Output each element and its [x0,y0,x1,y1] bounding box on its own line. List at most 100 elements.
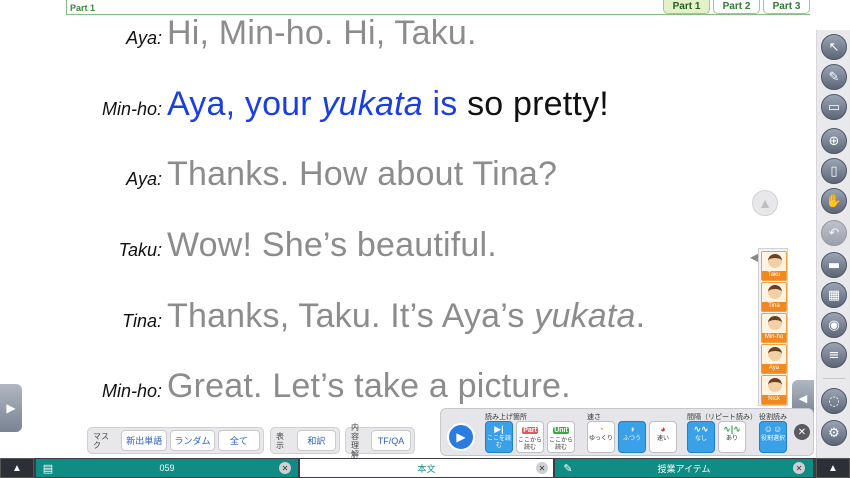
character-nick[interactable]: Nick [761,375,787,405]
right-toolbar: ↖ ✎ ▭ ⊕ ▯ ✋ ↶ ▬ ▦ ◉ ≡ ◌ ⚙ [816,30,850,460]
mask-new-words-button[interactable]: 新出単語 [121,430,168,451]
list-icon[interactable]: ≡ [821,342,847,368]
play-button[interactable]: ▶ [447,423,475,451]
read-here-button[interactable]: ▶| ここを読む [485,421,513,453]
reading-panel: ▶ 読み上げ箇所 ▶| ここを読む Part ここから読む Unit ここから読… [440,408,814,456]
class-items-label: 授業アイテム [657,463,711,474]
close-tab-page[interactable]: ✕ [279,462,291,474]
utterance-spoken: Aya, your [167,85,322,123]
speaker-name: Aya: [126,28,162,48]
interval-on-button[interactable]: ∿|∿ あり [718,421,746,453]
character-name: Aya [762,364,786,373]
tab-part-2[interactable]: Part 2 [713,0,760,14]
arrow-up-icon: ▲ [12,462,22,474]
speaker-name: Aya: [126,169,162,189]
photo-icon[interactable]: ▦ [821,282,847,308]
dialogue-line[interactable]: Tina: Thanks, Taku. It’s Aya’s yukata. [0,297,645,336]
pen-icon[interactable]: ✎ [821,64,847,90]
speedometer-icon: ◔ [598,424,604,434]
arrow-up-icon: ▲ [828,462,838,474]
tab-class-items[interactable]: 授業アイテム [555,459,813,477]
display-label: 表示 [276,431,284,450]
speaker-name: Min-ho: [101,381,162,401]
speed-fast-button[interactable]: ◕ 速い [649,421,677,453]
utterance-part: . [635,297,646,335]
tab-main-text[interactable]: 本文 [300,459,553,477]
speed-normal-button[interactable]: ◑ ふつう [618,421,646,453]
read-from-unit-button[interactable]: Unit ここから読む [547,421,575,453]
utterance-part: Thanks, Taku. It’s Aya’s [167,297,535,335]
character-tina[interactable]: Tina [761,282,787,312]
avatar [768,347,782,361]
read-here-icon: ▶| [494,424,504,434]
dialogue-line[interactable]: Aya: Hi, Min-ho. Hi, Taku. [0,14,477,53]
part-tag: Part 1 [70,3,96,13]
translation-button[interactable]: 和訳 [296,430,336,451]
mask-label: マスク [93,431,109,450]
tf-qa-button[interactable]: TF/QA [371,430,411,451]
utterance: Thanks. How about Tina? [167,155,558,193]
gear-icon[interactable]: ⚙ [821,420,847,446]
character-name: Tina [762,302,786,311]
camera-icon[interactable]: ◉ [821,312,847,338]
play-icon: ▶ [456,430,466,444]
speedometer-icon: ◑ [629,424,635,434]
character-taku[interactable]: Taku [761,251,787,281]
character-aya[interactable]: Aya [761,344,787,374]
close-tab-main[interactable]: ✕ [536,462,548,474]
waveform-icon: ∿∿ [693,424,709,434]
tab-part-3[interactable]: Part 3 [763,0,810,14]
dialogue-line[interactable]: Taku: Wow! She’s beautiful. [0,226,497,265]
hand-icon[interactable]: ✋ [821,188,847,214]
character-min-ho[interactable]: Min-ho [761,313,787,343]
header-divider-left [66,0,67,14]
avatar [768,316,782,330]
menu-up-button[interactable]: ▲ [0,458,34,478]
read-from-part-button[interactable]: Part ここから読む [516,421,544,453]
pointer-icon[interactable]: ↖ [821,34,847,60]
close-icon: ✕ [797,426,807,438]
utterance: Hi, Min-ho. Hi, Taku. [167,14,477,52]
tab-part-1[interactable]: Part 1 [663,0,710,14]
utterance-italic: yukata [534,297,636,335]
toolbar-divider [823,378,845,379]
arrow-up-icon: ▲ [758,195,772,211]
speaker-name: Tina: [122,311,162,331]
chevron-left-icon: ◀ [798,392,808,405]
screen-icon[interactable]: ▬ [821,252,847,278]
mask-random-button[interactable]: ランダム [170,430,215,451]
mask-all-button[interactable]: 全て [217,430,261,451]
book-icon[interactable]: ▯ [821,158,847,184]
toolbar-up-button[interactable]: ▲ [816,458,850,478]
undo-icon[interactable]: ↶ [821,220,847,246]
zoom-icon[interactable]: ⊕ [821,128,847,154]
part-tabs: Part 1 Part 2 Part 3 [663,0,810,14]
people-icon: ☺☺ [763,424,783,434]
speedometer-icon: ◕ [660,424,666,434]
utterance-spoken: is [422,85,458,123]
close-tab-items[interactable]: ✕ [793,462,805,474]
avatar [768,285,782,299]
page-number: 059 [159,463,175,473]
display-group: 表示 和訳 [270,427,340,454]
comprehension-group: 内容 理解 TF/QA [345,423,415,459]
scroll-up-button[interactable]: ▲ [752,190,778,216]
dialogue-line[interactable]: Min-ho: Great. Let’s take a picture. [0,367,571,406]
eraser-icon[interactable]: ▭ [821,94,847,120]
dialogue-line[interactable]: Aya: Thanks. How about Tina? [0,155,557,194]
tab-page[interactable]: 059 [36,459,298,477]
character-name: Min-ho [762,333,786,342]
interval-none-button[interactable]: ∿∿ なし [687,421,715,453]
waveform-icon: ∿|∿ [723,424,741,434]
close-panel-button[interactable]: ✕ [794,424,810,440]
mask-group: マスク 新出単語 ランダム 全て [87,427,264,454]
role-select-button[interactable]: ☺☺ 役割選択 [759,421,787,453]
speaker-name: Taku: [118,240,162,260]
chevron-right-icon: ▶ [6,401,16,415]
speed-slow-button[interactable]: ◔ ゆっくり [587,421,615,453]
utterance: Great. Let’s take a picture. [167,367,571,405]
expand-left-button[interactable]: ▶ [0,384,22,432]
dialogue-line-highlighted[interactable]: Min-ho: Aya, your yukata is so pretty! [0,85,609,124]
chat-icon[interactable]: ◌ [821,388,847,414]
avatar [768,378,782,392]
